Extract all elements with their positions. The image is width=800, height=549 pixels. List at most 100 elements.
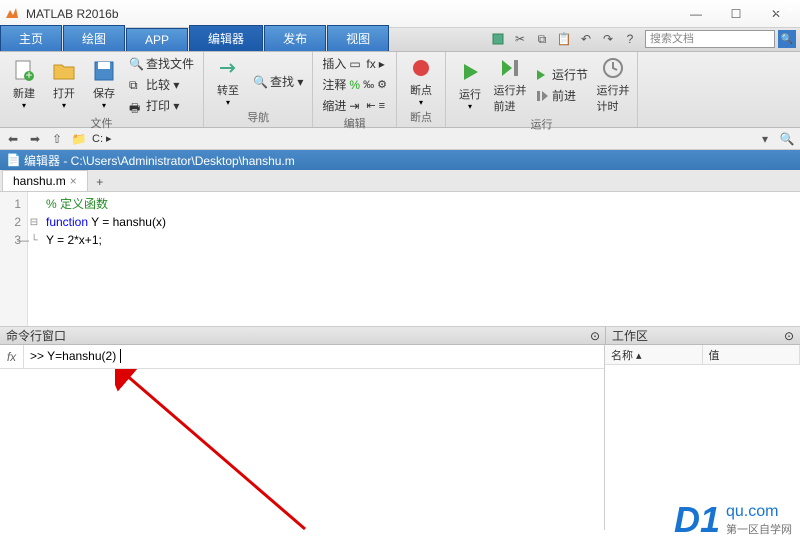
- window-title: MATLAB R2016b: [26, 7, 676, 21]
- open-file-button[interactable]: 打开▾: [46, 57, 82, 112]
- fx-button[interactable]: fx: [0, 345, 24, 368]
- run-time-icon: [601, 56, 625, 80]
- run-section-icon: [535, 68, 549, 82]
- toolstrip-tabs: 主页 绘图 APP 编辑器 发布 视图 ✂ ⧉ 📋 ↶ ↷ ? 搜索文档 🔍: [0, 28, 800, 52]
- command-window[interactable]: fx >> Y=hanshu(2): [0, 345, 605, 530]
- ribbon-toolstrip: + 新建▾ 打开▾ 保存▾ 🔍查找文件 ⧉比较 ▾ 🖶打印 ▾ 文件 转至▾: [0, 52, 800, 128]
- qat-cut-icon[interactable]: ✂: [510, 30, 530, 48]
- editor-file-tabs: hanshu.m × +: [0, 170, 800, 192]
- compare-button[interactable]: ⧉比较 ▾: [126, 75, 197, 94]
- find-icon: 🔍: [253, 75, 267, 89]
- workspace-header: 工作区 ⊙: [605, 327, 800, 344]
- browse-folder-button[interactable]: 📁: [70, 130, 88, 148]
- tab-plots[interactable]: 绘图: [63, 25, 125, 51]
- editor-panel-menu[interactable]: ⊙ ×: [774, 3, 794, 17]
- breakpoints-button[interactable]: 断点▾: [403, 54, 439, 109]
- minimize-button[interactable]: —: [676, 2, 716, 26]
- workspace-col-value[interactable]: 值: [703, 345, 800, 364]
- run-advance-button[interactable]: 运行并 前进: [492, 54, 528, 116]
- code-keyword: function: [46, 215, 88, 229]
- code-editor[interactable]: 1 2 3— ⊟ └ % 定义函数 function Y = hanshu(x)…: [0, 192, 800, 327]
- tab-home[interactable]: 主页: [0, 25, 62, 51]
- group-edit-label: 编辑: [319, 115, 390, 133]
- qat-redo-icon[interactable]: ↷: [598, 30, 618, 48]
- path-dropdown[interactable]: ▾: [756, 130, 774, 148]
- code-area[interactable]: % 定义函数 function Y = hanshu(x) Y = 2*x+1;: [40, 192, 800, 326]
- add-file-tab[interactable]: +: [90, 173, 110, 191]
- editor-path: 编辑器 - C:\Users\Administrator\Desktop\han…: [24, 152, 295, 169]
- command-input-text: Y=hanshu(2): [47, 349, 116, 363]
- advance-icon: [535, 89, 549, 103]
- group-bp-label: 断点: [403, 109, 439, 127]
- insert-section-icon: ▭: [349, 57, 363, 71]
- run-play-icon: [458, 60, 482, 84]
- command-window-title: 命令行窗口: [6, 327, 66, 344]
- insert-button[interactable]: 插入 ▭ fx ▸: [319, 54, 390, 73]
- workspace-col-name[interactable]: 名称 ▴: [605, 345, 703, 364]
- up-folder-button[interactable]: ⇧: [48, 130, 66, 148]
- tab-editor[interactable]: 编辑器: [189, 25, 263, 51]
- run-button[interactable]: 运行▾: [452, 58, 488, 113]
- search-button[interactable]: 🔍: [778, 30, 796, 48]
- quick-access-toolbar: ✂ ⧉ 📋 ↶ ↷ ?: [488, 30, 640, 48]
- tab-publish[interactable]: 发布: [264, 25, 326, 51]
- annotation-arrow: [115, 369, 315, 539]
- open-folder-icon: [52, 59, 76, 83]
- command-prompt: >>: [30, 349, 47, 363]
- line-gutter: 1 2 3—: [0, 192, 28, 326]
- goto-icon: [216, 56, 240, 80]
- code-line-3: Y = 2*x+1;: [46, 233, 102, 247]
- qat-paste-icon[interactable]: 📋: [554, 30, 574, 48]
- save-file-button[interactable]: 保存▾: [86, 57, 122, 112]
- matlab-logo-icon: [4, 6, 20, 22]
- code-line-1: % 定义函数: [46, 197, 108, 211]
- run-time-button[interactable]: 运行并 计时: [595, 54, 631, 116]
- command-line[interactable]: >> Y=hanshu(2): [24, 349, 604, 364]
- command-window-header: 命令行窗口 ⊙ 工作区 ⊙: [0, 327, 800, 345]
- goto-button[interactable]: 转至▾: [210, 54, 246, 109]
- qat-undo-icon[interactable]: ↶: [576, 30, 596, 48]
- run-section-button[interactable]: 运行节: [532, 65, 591, 84]
- qat-help-icon[interactable]: ?: [620, 30, 640, 48]
- cmd-panel-menu[interactable]: ⊙: [590, 329, 600, 343]
- breakpoint-icon: [409, 56, 433, 80]
- forward-button[interactable]: ➡: [26, 130, 44, 148]
- editor-panel-header: 📄 编辑器 - C:\Users\Administrator\Desktop\h…: [0, 150, 800, 170]
- file-tab-close[interactable]: ×: [70, 174, 77, 188]
- qat-save-icon[interactable]: [488, 30, 508, 48]
- workspace-title: 工作区: [612, 327, 648, 344]
- advance-button[interactable]: 前进: [532, 86, 591, 105]
- indent-button[interactable]: 缩进 ⇥ ⇤ ≡: [319, 96, 390, 115]
- comment-button[interactable]: 注释 % ‰ ⚙: [319, 75, 390, 94]
- tab-apps[interactable]: APP: [126, 28, 188, 51]
- current-folder-toolbar: ⬅ ➡ ⇧ 📁 C: ▸ ▾ 🔍: [0, 128, 800, 150]
- compare-icon: ⧉: [129, 78, 143, 92]
- svg-text:+: +: [25, 68, 32, 82]
- editor-doc-icon: 📄: [6, 153, 20, 167]
- qat-copy-icon[interactable]: ⧉: [532, 30, 552, 48]
- watermark: D1 qu.com 第一区自学网: [674, 499, 792, 541]
- address-path[interactable]: C: ▸: [92, 132, 752, 145]
- file-tab-hanshu[interactable]: hanshu.m ×: [2, 170, 88, 191]
- maximize-button[interactable]: ☐: [716, 2, 756, 26]
- search-path-icon[interactable]: 🔍: [778, 130, 796, 148]
- search-docs-input[interactable]: 搜索文档: [645, 30, 775, 48]
- window-titlebar: MATLAB R2016b — ☐ ✕: [0, 0, 800, 28]
- new-file-icon: +: [12, 59, 36, 83]
- fold-gutter: ⊟ └: [28, 192, 40, 326]
- fold-box-icon[interactable]: ⊟: [28, 213, 40, 231]
- print-icon: 🖶: [129, 99, 143, 113]
- workspace-panel-menu[interactable]: ⊙: [784, 329, 794, 343]
- new-file-button[interactable]: + 新建▾: [6, 57, 42, 112]
- run-advance-icon: [498, 56, 522, 80]
- tab-view[interactable]: 视图: [327, 25, 389, 51]
- file-tab-label: hanshu.m: [13, 174, 66, 188]
- find-button[interactable]: 🔍查找 ▾: [250, 72, 306, 91]
- indent-icon: ⇥: [349, 99, 363, 113]
- find-files-button[interactable]: 🔍查找文件: [126, 54, 197, 73]
- back-button[interactable]: ⬅: [4, 130, 22, 148]
- print-button[interactable]: 🖶打印 ▾: [126, 96, 197, 115]
- find-files-icon: 🔍: [129, 57, 143, 71]
- save-disk-icon: [92, 59, 116, 83]
- group-nav-label: 导航: [210, 109, 306, 127]
